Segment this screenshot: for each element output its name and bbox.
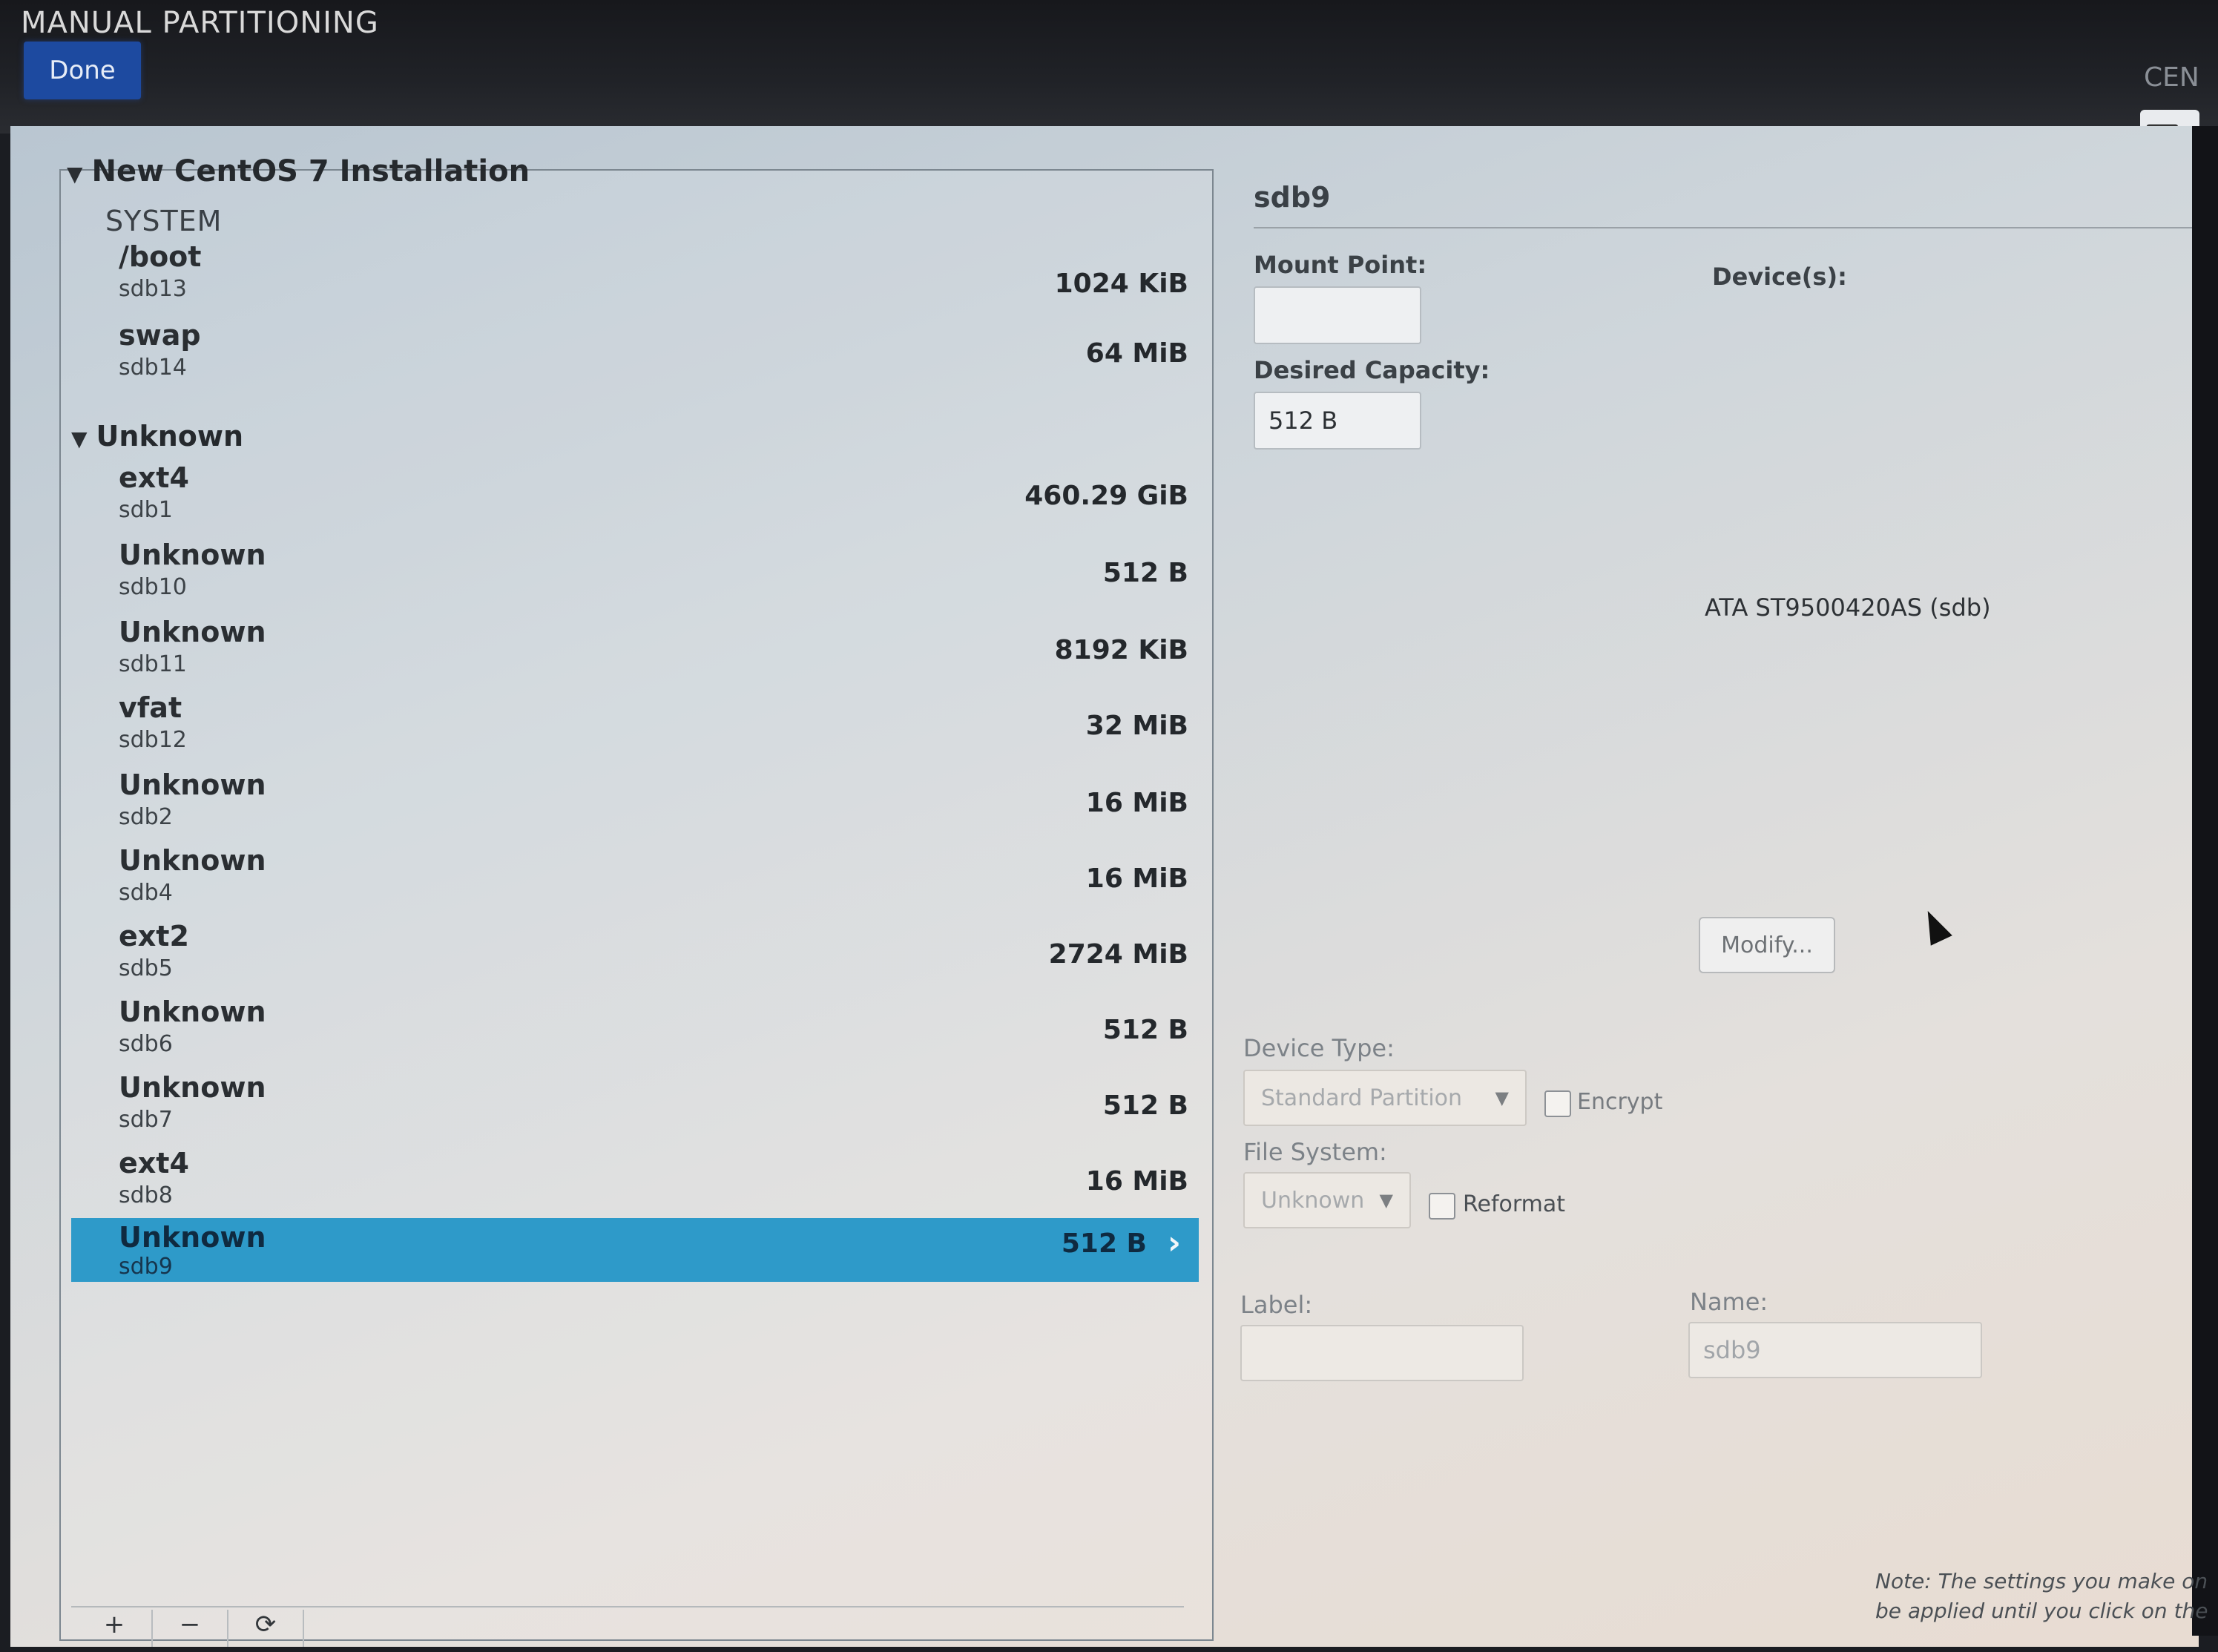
encrypt-label: Encrypt bbox=[1577, 1089, 1663, 1115]
page-title: MANUAL PARTITIONING bbox=[21, 6, 379, 40]
devices-label: Device(s): bbox=[1712, 263, 1847, 291]
remove-partition-button[interactable]: − bbox=[153, 1610, 228, 1647]
divider bbox=[1254, 227, 2192, 228]
dropdown-arrow-icon: ▼ bbox=[1379, 1190, 1393, 1211]
mount-point-input[interactable] bbox=[1254, 286, 1421, 344]
desired-capacity-label: Desired Capacity: bbox=[1254, 356, 1490, 384]
partition-row-sdb9-selected[interactable]: Unknown sdb9 512 B › bbox=[71, 1218, 1199, 1282]
settings-note: Note: The settings you make on be applie… bbox=[1875, 1569, 2208, 1623]
label-label: Label: bbox=[1240, 1291, 1313, 1319]
partition-row-sdb11[interactable]: Unknown sdb11 8192 KiB bbox=[71, 613, 1199, 687]
product-brand: CEN bbox=[2144, 62, 2199, 93]
partition-row-swap[interactable]: swap sdb14 64 MiB bbox=[71, 316, 1199, 390]
top-bar: MANUAL PARTITIONING Done CEN ⌨u bbox=[0, 0, 2218, 157]
partition-row-sdb4[interactable]: Unknown sdb4 16 MiB bbox=[71, 841, 1199, 915]
partition-row-sdb6[interactable]: Unknown sdb6 512 B bbox=[71, 993, 1199, 1067]
reformat-checkbox[interactable] bbox=[1429, 1193, 1455, 1220]
name-label: Name: bbox=[1690, 1288, 1768, 1316]
system-group-label: SYSTEM bbox=[105, 205, 223, 237]
refresh-icon[interactable]: ⟳ bbox=[228, 1610, 304, 1647]
unknown-group-header[interactable]: ▼ Unknown bbox=[71, 420, 243, 453]
mount-point-label: Mount Point: bbox=[1254, 251, 1427, 279]
expander-down-icon[interactable]: ▼ bbox=[67, 162, 83, 186]
installation-header[interactable]: ▼ New CentOS 7 Installation bbox=[67, 154, 530, 188]
file-system-label: File System: bbox=[1243, 1138, 1387, 1166]
partition-row-sdb5[interactable]: ext2 sdb5 2724 MiB bbox=[71, 917, 1199, 991]
screen-edge bbox=[2192, 126, 2218, 1636]
device-type-label: Device Type: bbox=[1243, 1034, 1395, 1062]
reformat-label: Reformat bbox=[1463, 1191, 1566, 1217]
partition-row-sdb2[interactable]: Unknown sdb2 16 MiB bbox=[71, 766, 1199, 840]
expander-down-icon[interactable]: ▼ bbox=[71, 427, 88, 451]
label-input[interactable] bbox=[1240, 1325, 1524, 1381]
encrypt-checkbox[interactable] bbox=[1544, 1090, 1571, 1117]
partition-row-sdb10[interactable]: Unknown sdb10 512 B bbox=[71, 536, 1199, 610]
device-type-dropdown[interactable]: Standard Partition ▼ bbox=[1243, 1070, 1527, 1126]
selected-partition-title: sdb9 bbox=[1254, 181, 1331, 214]
file-system-dropdown[interactable]: Unknown ▼ bbox=[1243, 1172, 1411, 1228]
dropdown-arrow-icon: ▼ bbox=[1495, 1087, 1509, 1108]
chevron-right-icon: › bbox=[1167, 1224, 1181, 1262]
partition-row-sdb1[interactable]: ext4 sdb1 460.29 GiB bbox=[71, 458, 1199, 533]
done-button[interactable]: Done bbox=[24, 42, 141, 99]
add-partition-button[interactable]: + bbox=[77, 1610, 153, 1647]
device-name: ATA ST9500420AS (sdb) bbox=[1705, 593, 1991, 622]
partition-row-sdb8[interactable]: ext4 sdb8 16 MiB bbox=[71, 1144, 1199, 1218]
partition-row-boot[interactable]: /boot sdb13 1024 KiB bbox=[71, 237, 1199, 312]
partition-row-sdb7[interactable]: Unknown sdb7 512 B bbox=[71, 1068, 1199, 1142]
partition-row-sdb12[interactable]: vfat sdb12 32 MiB bbox=[71, 688, 1199, 763]
desired-capacity-input[interactable] bbox=[1254, 392, 1421, 450]
modify-button[interactable]: Modify... bbox=[1699, 917, 1835, 973]
name-input[interactable] bbox=[1688, 1322, 1982, 1378]
